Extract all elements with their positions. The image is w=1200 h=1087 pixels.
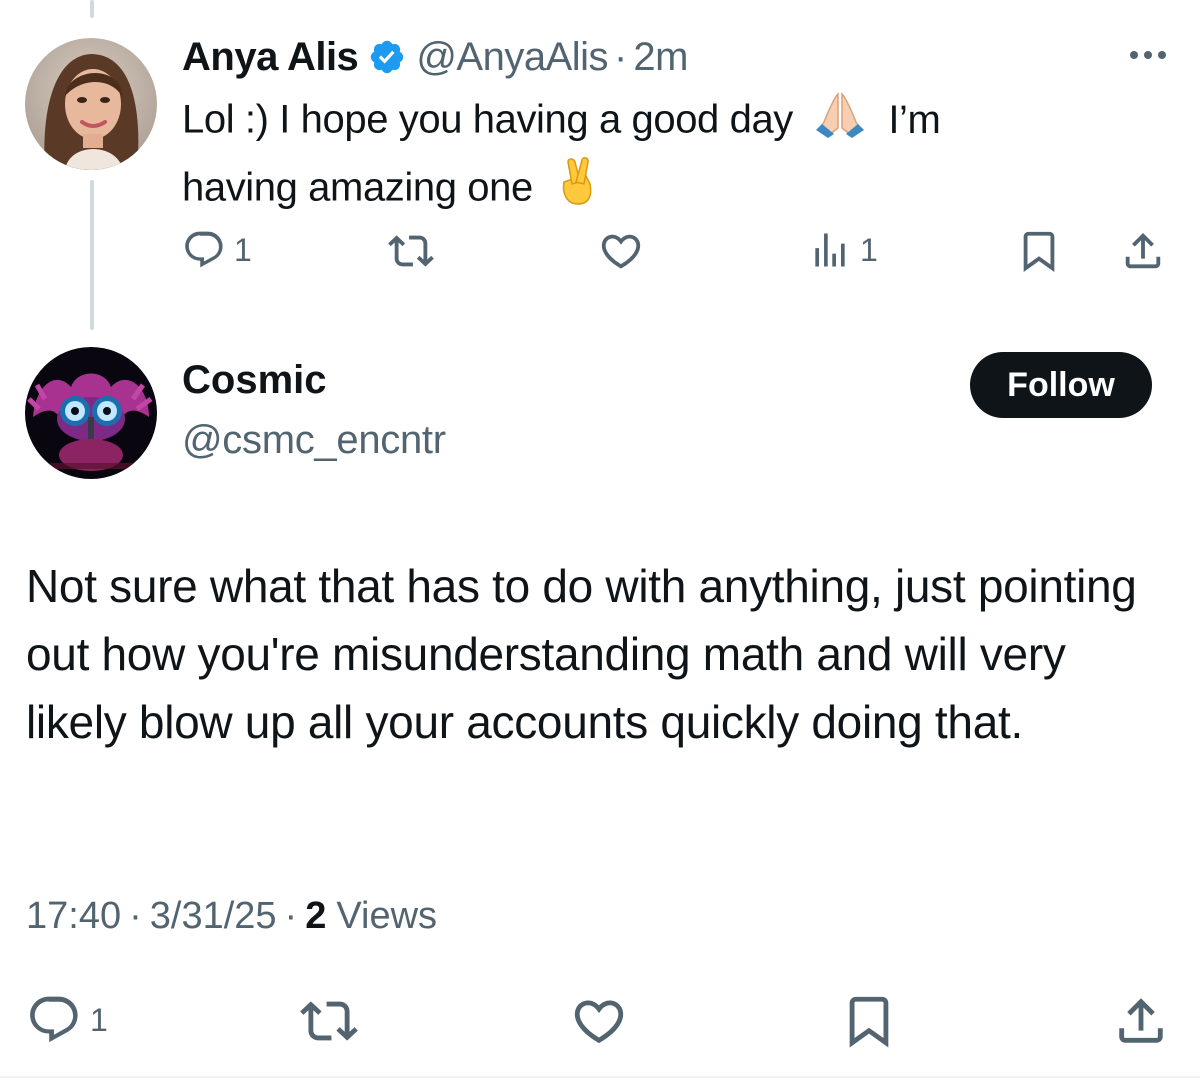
share-action[interactable] bbox=[1112, 992, 1170, 1050]
tweet-date[interactable]: 3/31/25 bbox=[150, 895, 277, 938]
bookmark-action[interactable] bbox=[840, 992, 898, 1050]
parent-tweet-header: Anya Alis @AnyaAlis · 2m bbox=[182, 30, 688, 84]
retweet-icon bbox=[300, 1001, 358, 1041]
parent-tweet-text: Lol :) I hope you having a good day I’m … bbox=[182, 88, 1082, 224]
tweet-time[interactable]: 17:40 bbox=[26, 895, 121, 938]
reply-count: 1 bbox=[234, 231, 252, 268]
follow-button[interactable]: Follow bbox=[970, 352, 1152, 418]
thread-line bbox=[90, 0, 94, 18]
retweet-icon bbox=[388, 235, 434, 267]
views-count: 1 bbox=[860, 231, 878, 268]
views-count: 2 bbox=[305, 895, 327, 937]
share-action[interactable] bbox=[1120, 228, 1166, 274]
retweet-action[interactable] bbox=[388, 228, 434, 274]
separator: · bbox=[284, 895, 298, 937]
share-icon bbox=[1125, 232, 1161, 269]
tweet-metadata: 17:40 · 3/31/25 · 2 Views bbox=[26, 895, 437, 938]
like-action[interactable] bbox=[598, 228, 644, 274]
reply-icon bbox=[30, 996, 78, 1043]
author-name[interactable]: Anya Alis bbox=[182, 35, 359, 80]
views-icon bbox=[815, 233, 845, 267]
like-action[interactable] bbox=[570, 992, 628, 1050]
views-label[interactable]: Views bbox=[336, 895, 437, 938]
views-action[interactable]: 1 bbox=[808, 228, 878, 272]
bookmark-action[interactable] bbox=[1016, 228, 1062, 274]
tweet-time[interactable]: 2m bbox=[633, 35, 688, 80]
thread-line bbox=[90, 180, 94, 330]
author-handle[interactable]: @csmc_encntr bbox=[182, 418, 446, 463]
like-icon bbox=[574, 1000, 624, 1044]
like-icon bbox=[601, 234, 641, 269]
verified-badge-icon bbox=[371, 40, 404, 74]
retweet-action[interactable] bbox=[300, 992, 358, 1050]
share-icon bbox=[1119, 998, 1163, 1043]
tweet-text-line: Lol :) I hope you having a good day bbox=[182, 97, 793, 142]
main-tweet-text: Not sure what that has to do with anythi… bbox=[26, 560, 1137, 748]
bookmark-icon bbox=[1023, 231, 1055, 272]
crossed-fingers-emoji bbox=[554, 156, 600, 224]
more-icon[interactable] bbox=[1125, 40, 1171, 70]
separator: · bbox=[129, 895, 142, 937]
reply-count: 1 bbox=[90, 1001, 108, 1038]
tweet-text-line: having amazing one bbox=[182, 165, 533, 210]
author-handle[interactable]: @AnyaAlis bbox=[416, 35, 608, 80]
separator: · bbox=[614, 34, 628, 79]
divider bbox=[0, 1076, 1200, 1078]
reply-action[interactable]: 1 bbox=[26, 992, 108, 1048]
reply-action[interactable]: 1 bbox=[182, 228, 252, 272]
bookmark-icon bbox=[849, 996, 889, 1048]
tweet-text-line: I’m bbox=[888, 97, 941, 142]
reply-icon bbox=[185, 231, 223, 268]
avatar-cosmic[interactable] bbox=[25, 347, 157, 479]
folded-hands-emoji bbox=[814, 88, 866, 156]
author-name[interactable]: Cosmic bbox=[182, 358, 327, 403]
avatar-anya[interactable] bbox=[25, 38, 157, 170]
